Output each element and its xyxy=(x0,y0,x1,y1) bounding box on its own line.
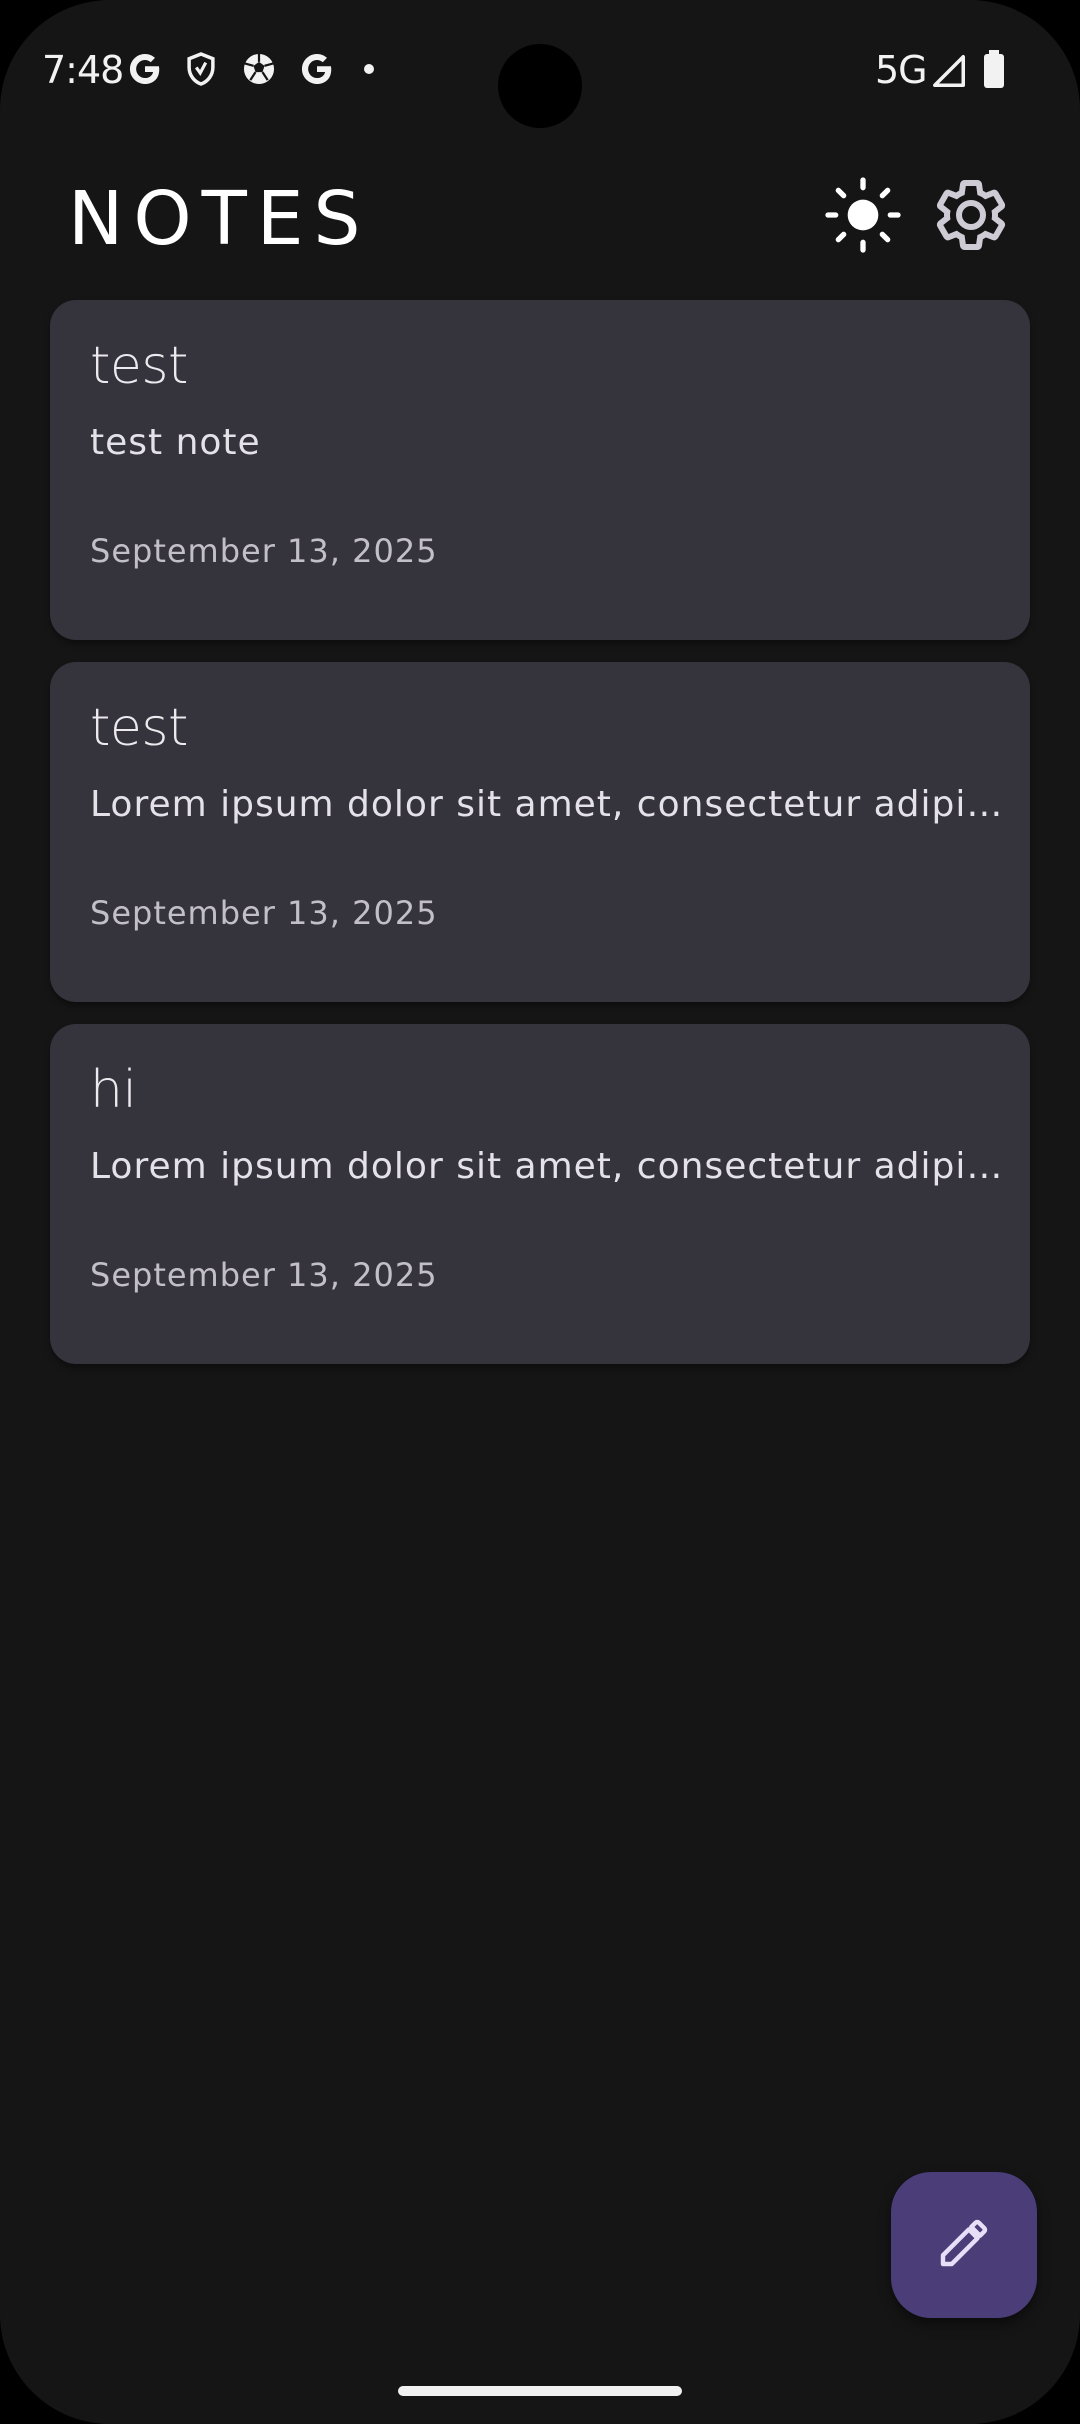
google-icon xyxy=(298,50,336,88)
note-date: September 13, 2025 xyxy=(90,1256,438,1294)
note-card[interactable]: test test note September 13, 2025 xyxy=(50,300,1030,640)
dot-icon xyxy=(362,62,376,76)
status-time: 7:48 xyxy=(42,48,124,92)
theme-toggle-button[interactable] xyxy=(818,172,908,262)
network-type: 5G xyxy=(875,48,928,92)
google-icon xyxy=(126,50,164,88)
note-body: test note xyxy=(90,422,261,463)
sun-icon xyxy=(823,175,903,260)
home-indicator[interactable] xyxy=(398,2386,682,2396)
note-body: Lorem ipsum dolor sit amet, consectetur … xyxy=(90,1146,1010,1187)
soccer-ball-icon xyxy=(240,50,278,88)
page-title: NOTES xyxy=(68,176,371,262)
settings-button[interactable] xyxy=(926,172,1016,262)
shield-icon xyxy=(182,50,220,88)
new-note-button[interactable] xyxy=(891,2172,1037,2318)
signal-icon xyxy=(930,52,968,90)
note-date: September 13, 2025 xyxy=(90,532,438,570)
gear-icon xyxy=(931,175,1011,260)
note-title: hi xyxy=(90,1060,137,1120)
notes-screen: 7:48 5G NOTES test test note September 1… xyxy=(0,0,1080,2424)
note-date: September 13, 2025 xyxy=(90,894,438,932)
status-bar: 7:48 5G xyxy=(0,0,1080,140)
note-body: Lorem ipsum dolor sit amet, consectetur … xyxy=(90,784,1010,825)
note-card[interactable]: test Lorem ipsum dolor sit amet, consect… xyxy=(50,662,1030,1002)
notes-list: test test note September 13, 2025 test L… xyxy=(50,300,1030,1386)
battery-icon xyxy=(982,50,1006,90)
camera-cutout xyxy=(498,44,582,128)
note-title: test xyxy=(90,698,188,758)
note-title: test xyxy=(90,336,188,396)
note-card[interactable]: hi Lorem ipsum dolor sit amet, consectet… xyxy=(50,1024,1030,1364)
pencil-icon xyxy=(936,2215,992,2276)
